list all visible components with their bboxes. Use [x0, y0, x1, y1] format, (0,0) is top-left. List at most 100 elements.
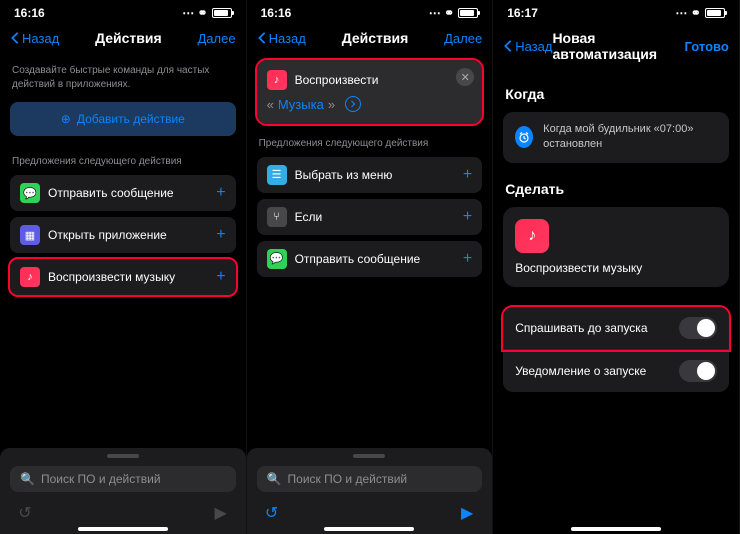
plus-icon[interactable]: + — [463, 208, 472, 226]
nav-title: Действия — [95, 30, 162, 46]
nav-done-button[interactable]: Готово — [685, 39, 729, 54]
music-icon: ♪ — [515, 219, 549, 253]
suggestion-row-message[interactable]: 💬 Отправить сообщение + — [10, 175, 236, 211]
toggle-label: Уведомление о запуске — [515, 364, 646, 378]
phone-pane-1: 16:16 ⋯ ⚭ Назад Действия Далее Создавайт… — [0, 0, 247, 534]
alarm-icon — [515, 126, 533, 148]
home-indicator[interactable] — [571, 527, 661, 531]
home-indicator[interactable] — [78, 527, 168, 531]
suggestion-row-if[interactable]: ⑂ Если + — [257, 199, 483, 235]
search-input[interactable]: 🔍 Поиск ПО и действий — [10, 466, 236, 492]
nav-back-label: Назад — [269, 31, 306, 46]
subtitle-text: Создавайте быстрые команды для частых де… — [12, 64, 234, 92]
plus-icon[interactable]: + — [216, 268, 225, 286]
search-input[interactable]: 🔍 Поиск ПО и действий — [257, 466, 483, 492]
status-right: ⋯ ⚭ — [675, 6, 724, 20]
nav-title: Новая автоматизация — [552, 30, 684, 62]
search-placeholder: Поиск ПО и действий — [41, 472, 161, 486]
battery-icon — [458, 8, 478, 18]
quote-open: « — [267, 97, 274, 112]
status-bar: 16:16 ⋯ ⚭ — [247, 0, 493, 22]
branch-icon: ⑂ — [267, 207, 287, 227]
nav-title: Действия — [342, 30, 409, 46]
nav-back-label: Назад — [22, 31, 59, 46]
status-right: ⋯ ⚭ — [429, 6, 478, 20]
suggestion-row-music[interactable]: ♪ Воспроизвести музыку + — [10, 259, 236, 295]
plus-icon[interactable]: + — [216, 184, 225, 202]
status-bar: 16:17 ⋯ ⚭ — [493, 0, 739, 22]
when-header: Когда — [505, 86, 727, 102]
status-right: ⋯ ⚭ — [182, 6, 231, 20]
nav-bar: Назад Действия Далее — [0, 22, 246, 54]
action-head: ♪ Воспроизвести — [267, 70, 473, 90]
when-card[interactable]: Когда мой будильник «07:00» остановлен — [503, 112, 729, 163]
menu-icon: ☰ — [267, 165, 287, 185]
undo-icon[interactable]: ↺ — [261, 502, 283, 524]
plus-icon[interactable]: + — [463, 250, 472, 268]
nav-back-button[interactable]: Назад — [257, 31, 306, 46]
nav-next-button[interactable]: Далее — [444, 31, 482, 46]
action-card-play[interactable]: ✕ ♪ Воспроизвести « Музыка » — [257, 60, 483, 124]
nav-bar: Назад Новая автоматизация Готово — [493, 22, 739, 70]
toggle-label: Спрашивать до запуска — [515, 321, 647, 335]
suggestion-label: Открыть приложение — [48, 228, 208, 242]
action-title: Воспроизвести — [295, 73, 379, 87]
plus-icon[interactable]: + — [216, 226, 225, 244]
quote-close: » — [328, 97, 335, 112]
chevron-left-icon — [257, 31, 267, 45]
status-time: 16:16 — [14, 6, 45, 20]
sheet-handle[interactable] — [353, 454, 385, 458]
undo-icon[interactable]: ↺ — [14, 502, 36, 524]
plus-circle-icon: ⊕ — [61, 112, 71, 126]
suggestion-row-menu[interactable]: ☰ Выбрать из меню + — [257, 157, 483, 193]
play-icon[interactable]: ▶ — [210, 502, 232, 524]
action-param[interactable]: Музыка — [278, 97, 324, 112]
sheet-handle[interactable] — [107, 454, 139, 458]
play-icon[interactable]: ▶ — [456, 502, 478, 524]
message-icon: 💬 — [20, 183, 40, 203]
message-icon: 💬 — [267, 249, 287, 269]
status-time: 16:17 — [507, 6, 538, 20]
nav-back-label: Назад — [515, 39, 552, 54]
phone-pane-2: 16:16 ⋯ ⚭ Назад Действия Далее ✕ ♪ Воспр… — [247, 0, 494, 534]
toggle-notify-on-run[interactable]: Уведомление о запуске — [503, 350, 729, 392]
sheet-footer: ↺ ▶ — [10, 502, 236, 524]
battery-icon — [212, 8, 232, 18]
status-time: 16:16 — [261, 6, 292, 20]
suggestions-header: Предложения следующего действия — [12, 156, 234, 167]
suggestions-header: Предложения следующего действия — [259, 138, 481, 149]
chevron-left-icon — [10, 31, 20, 45]
music-icon: ♪ — [267, 70, 287, 90]
suggestion-label: Отправить сообщение — [295, 252, 455, 266]
home-indicator[interactable] — [324, 527, 414, 531]
suggestion-row-message[interactable]: 💬 Отправить сообщение + — [257, 241, 483, 277]
suggestion-row-app[interactable]: ▦ Открыть приложение + — [10, 217, 236, 253]
phone-pane-3: 16:17 ⋯ ⚭ Назад Новая автоматизация Гото… — [493, 0, 740, 534]
add-action-button[interactable]: ⊕ Добавить действие — [10, 102, 236, 136]
suggestion-label: Воспроизвести музыку — [48, 270, 208, 284]
action-token[interactable]: « Музыка » — [267, 96, 361, 112]
connectivity-icon: ⋯ ⚭ — [675, 6, 700, 20]
music-icon: ♪ — [20, 267, 40, 287]
toggle-ask-before-run[interactable]: Спрашивать до запуска — [503, 307, 729, 350]
connectivity-icon: ⋯ ⚭ — [182, 6, 207, 20]
do-card[interactable]: ♪ Воспроизвести музыку — [503, 207, 729, 287]
bottom-sheet[interactable]: 🔍 Поиск ПО и действий ↺ ▶ — [247, 448, 493, 534]
nav-next-button[interactable]: Далее — [198, 31, 236, 46]
sheet-footer: ↺ ▶ — [257, 502, 483, 524]
battery-icon — [705, 8, 725, 18]
suggestion-label: Отправить сообщение — [48, 186, 208, 200]
plus-icon[interactable]: + — [463, 166, 472, 184]
search-placeholder: Поиск ПО и действий — [288, 472, 408, 486]
expand-icon[interactable] — [345, 96, 361, 112]
nav-back-button[interactable]: Назад — [503, 39, 552, 54]
bottom-sheet[interactable]: 🔍 Поиск ПО и действий ↺ ▶ — [0, 448, 246, 534]
connectivity-icon: ⋯ ⚭ — [429, 6, 454, 20]
toggle-switch[interactable] — [679, 360, 717, 382]
chevron-left-icon — [503, 39, 513, 53]
when-text: Когда мой будильник «07:00» остановлен — [543, 122, 717, 153]
nav-back-button[interactable]: Назад — [10, 31, 59, 46]
content: Когда Когда мой будильник «07:00» остано… — [493, 70, 739, 534]
toggle-switch[interactable] — [679, 317, 717, 339]
add-action-label: Добавить действие — [77, 112, 185, 126]
